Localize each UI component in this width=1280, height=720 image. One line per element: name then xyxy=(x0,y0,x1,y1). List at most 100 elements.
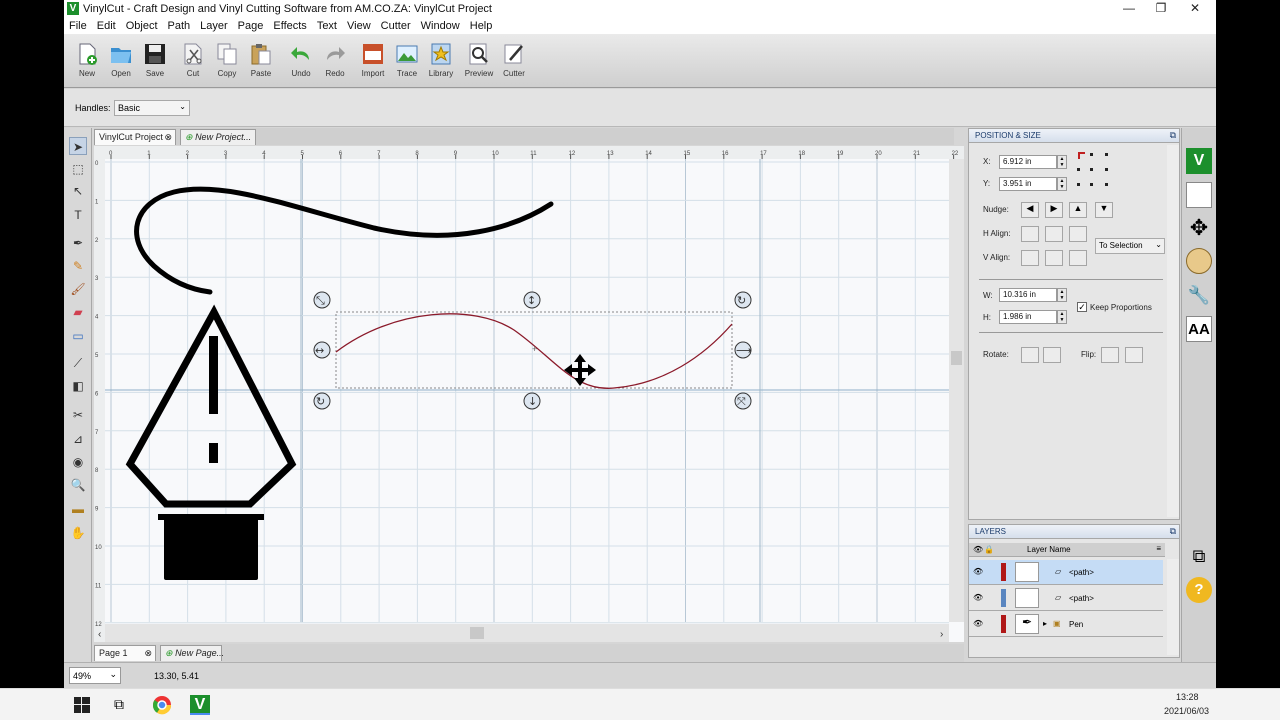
menu-window[interactable]: Window xyxy=(416,18,465,34)
chrome-icon[interactable] xyxy=(152,695,172,715)
move-icon[interactable]: ✥ xyxy=(1186,215,1212,241)
y-field[interactable]: 3.951 in xyxy=(999,177,1057,191)
handle-middle-right[interactable]: ⟶ xyxy=(734,341,752,359)
width-stepper[interactable]: ▲ ▼ xyxy=(1057,288,1067,302)
page-icon[interactable] xyxy=(1186,182,1212,208)
redo-button[interactable]: Redo xyxy=(318,40,352,86)
brush-tool-icon[interactable]: 🖌 xyxy=(69,280,87,298)
menu-effects[interactable]: Effects xyxy=(268,18,311,34)
paste-button[interactable]: Paste xyxy=(244,40,278,86)
handle-top-left[interactable]: ⤡ xyxy=(313,291,331,309)
fill-tool-icon[interactable]: ◧ xyxy=(69,377,87,395)
tab-page-1[interactable]: Page 1 ⊗ xyxy=(94,645,156,661)
hand-tool-icon[interactable]: ✋ xyxy=(69,524,87,542)
height-stepper[interactable]: ▲ ▼ xyxy=(1057,310,1067,324)
wrench-icon[interactable]: 🔧 xyxy=(1186,282,1212,308)
menu-layer[interactable]: Layer xyxy=(195,18,233,34)
zoom-tool-icon[interactable]: 🔍 xyxy=(69,476,87,494)
vinylcut-taskbar-icon[interactable]: V xyxy=(190,695,210,715)
align-to-select[interactable]: To Selection ⌄ xyxy=(1095,238,1165,254)
restore-button[interactable]: ❐ xyxy=(1144,0,1178,18)
subselect-tool-icon[interactable]: ↖ xyxy=(69,182,87,200)
menu-edit[interactable]: Edit xyxy=(92,18,121,34)
handles-select[interactable]: Basic ⌄ xyxy=(114,100,190,116)
close-tab-icon[interactable]: ⊗ xyxy=(164,132,172,143)
flip-horizontal-icon[interactable] xyxy=(1101,347,1119,363)
undo-button[interactable]: Undo xyxy=(284,40,318,86)
pen-tool-icon[interactable]: ✒ xyxy=(69,234,87,252)
keep-proportions-checkbox[interactable]: ✓ xyxy=(1077,302,1087,312)
width-field[interactable]: 10.316 in xyxy=(999,288,1057,302)
transform-tool-icon[interactable]: ⊿ xyxy=(69,430,87,448)
handle-bottom-center[interactable]: ↓ xyxy=(523,392,541,410)
scroll-left-icon[interactable]: ‹ xyxy=(98,629,101,640)
layer-color-swatch[interactable] xyxy=(1001,563,1006,581)
rotate-right-icon[interactable] xyxy=(1043,347,1061,363)
vinylcut-logo-icon[interactable]: V xyxy=(1186,148,1212,174)
layers-icon[interactable]: ⧉ xyxy=(1186,543,1212,569)
handle-middle-left[interactable]: ↔ xyxy=(313,341,331,359)
align-bottom-icon[interactable] xyxy=(1069,250,1087,266)
menu-text[interactable]: Text xyxy=(312,18,342,34)
flip-vertical-icon[interactable] xyxy=(1125,347,1143,363)
layer-color-swatch[interactable] xyxy=(1001,615,1006,633)
handle-top-center[interactable]: ↕ xyxy=(523,291,541,309)
palette-icon[interactable] xyxy=(1186,248,1212,274)
handle-bottom-right[interactable]: ⤧ xyxy=(734,392,752,410)
scroll-right-icon[interactable]: › xyxy=(940,629,943,640)
library-button[interactable]: Library xyxy=(424,40,458,86)
tab-new-project[interactable]: ⊕ New Project... xyxy=(180,129,256,145)
menu-object[interactable]: Object xyxy=(121,18,163,34)
panel-expand-icon[interactable]: ⧉ xyxy=(1170,130,1176,141)
cutter-button[interactable]: Cutter xyxy=(497,40,531,86)
close-page-icon[interactable]: ⊗ xyxy=(144,648,152,659)
trace-button[interactable]: Trace xyxy=(390,40,424,86)
menu-help[interactable]: Help xyxy=(465,18,498,34)
height-field[interactable]: 1.986 in xyxy=(999,310,1057,324)
menu-view[interactable]: View xyxy=(342,18,376,34)
layer-row-path-2[interactable]: 👁 ▱ <path> xyxy=(969,586,1163,611)
menu-file[interactable]: File xyxy=(64,18,92,34)
measure-tool-icon[interactable]: ▬ xyxy=(69,500,87,518)
align-center-h-icon[interactable] xyxy=(1045,226,1063,242)
save-button[interactable]: Save xyxy=(138,40,172,86)
vertical-scrollbar[interactable] xyxy=(949,159,964,622)
eye-icon[interactable]: 👁 xyxy=(973,567,983,576)
nudge-up-icon[interactable]: ▲ xyxy=(1069,202,1087,218)
select-tool-icon[interactable]: ➤ xyxy=(69,137,87,155)
knife-tool-icon[interactable]: ✂ xyxy=(69,406,87,424)
align-right-icon[interactable] xyxy=(1069,226,1087,242)
y-stepper[interactable]: ▲ ▼ xyxy=(1057,177,1067,191)
menu-page[interactable]: Page xyxy=(233,18,269,34)
expand-arrow-icon[interactable]: ▸ xyxy=(1043,619,1047,628)
menu-path[interactable]: Path xyxy=(163,18,196,34)
pencil-tool-icon[interactable]: ✎ xyxy=(69,257,87,275)
help-icon[interactable]: ? xyxy=(1186,577,1212,603)
eyedropper-tool-icon[interactable]: ⟋ xyxy=(69,354,87,372)
horizontal-scroll-thumb[interactable] xyxy=(470,627,484,639)
eye-icon[interactable]: 👁 xyxy=(973,593,983,602)
copy-button[interactable]: Copy xyxy=(210,40,244,86)
windows-start-icon[interactable] xyxy=(74,697,90,713)
align-left-icon[interactable] xyxy=(1021,226,1039,242)
layer-row-pen[interactable]: 👁 ✒ ▸ ▣ Pen xyxy=(969,612,1163,637)
open-button[interactable]: Open xyxy=(104,40,138,86)
tab-vinylcut-project[interactable]: VinylCut Project ⊗ xyxy=(94,129,176,145)
reference-point-grid[interactable] xyxy=(1077,151,1117,191)
menu-cutter[interactable]: Cutter xyxy=(376,18,416,34)
import-button[interactable]: Import xyxy=(356,40,390,86)
layers-scrollbar[interactable] xyxy=(1167,559,1179,655)
handle-bottom-left[interactable]: ↻ xyxy=(313,392,331,410)
preview-button[interactable]: Preview xyxy=(462,40,496,86)
weld-tool-icon[interactable]: ◉ xyxy=(69,453,87,471)
rectangle-tool-icon[interactable]: ▭ xyxy=(69,327,87,345)
text-aa-icon[interactable]: AA xyxy=(1186,316,1212,342)
vertical-scroll-thumb[interactable] xyxy=(951,351,962,365)
cut-button[interactable]: Cut xyxy=(176,40,210,86)
panel-scrollbar[interactable] xyxy=(1167,145,1179,517)
zoom-select[interactable]: 49% ⌄ xyxy=(69,667,121,684)
minimize-button[interactable]: — xyxy=(1112,0,1146,18)
eraser-tool-icon[interactable]: ▰ xyxy=(69,303,87,321)
node-edit-tool-icon[interactable]: ⬚ xyxy=(69,160,87,178)
nudge-right-icon[interactable]: ▶ xyxy=(1045,202,1063,218)
